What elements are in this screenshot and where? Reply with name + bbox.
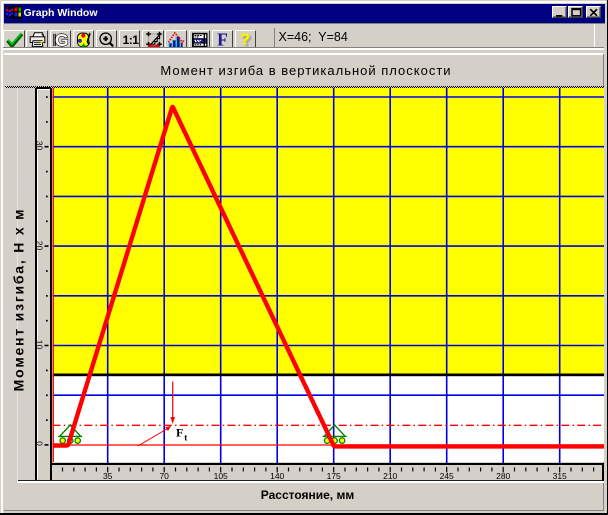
svg-text:t: t <box>184 432 187 442</box>
svg-text:F: F <box>176 426 183 440</box>
